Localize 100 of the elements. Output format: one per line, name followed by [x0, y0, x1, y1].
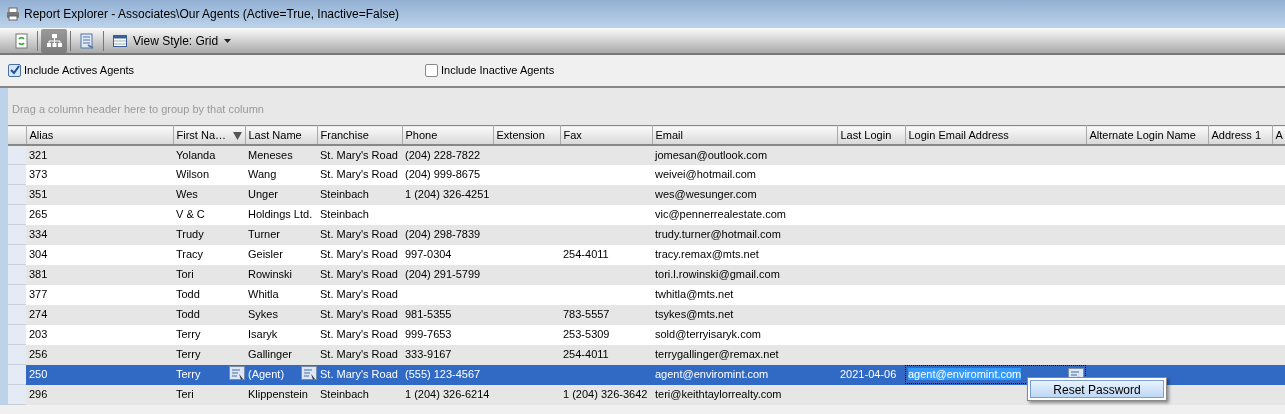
table-row[interactable]: 274 Todd Sykes St. Mary's Road 981-5355 783-5557 tsykes@mts.net	[8, 304, 1285, 325]
table-cell: (204) 228-7822	[405, 148, 481, 161]
row-header[interactable]	[8, 284, 26, 305]
row-header[interactable]	[8, 184, 26, 205]
table-cell: (204) 999-8675	[405, 168, 481, 181]
table-cell: Wes	[176, 188, 198, 201]
table-cell: terrygallinger@remax.net	[655, 348, 779, 361]
column-header[interactable]: Alias	[26, 125, 173, 145]
table-cell: 254-4011	[563, 348, 609, 361]
menu-item[interactable]: Reset Password	[1030, 379, 1164, 398]
table-cell: Terry	[176, 328, 201, 341]
column-header[interactable]: Login Email Address	[905, 125, 1086, 145]
grid-icon	[113, 34, 127, 47]
table-row[interactable]: 377 Todd Whitla St. Mary's Road twhitla@mts.net	[8, 284, 1285, 305]
table-cell: weivei@hotmail.com	[655, 168, 757, 181]
table-row[interactable]: 334 Trudy Turner St. Mary's Road (204) 298-7839 trudy.turner@hotmail.com	[8, 224, 1285, 245]
row-header[interactable]	[8, 204, 26, 225]
table-row[interactable]: 203 Terry Isaryk St. Mary's Road 999-7653 253-5309 sold@terryisaryk.com	[8, 324, 1285, 345]
column-header[interactable]: Last Name	[245, 125, 317, 145]
table-cell: 351	[29, 188, 48, 201]
hierarchy-icon	[45, 32, 63, 49]
table-cell: 381	[29, 268, 48, 281]
caret-icon	[224, 38, 232, 43]
table-cell: Turner	[248, 228, 280, 241]
table-cell: St. Mary's Road	[320, 228, 398, 241]
table-cell: jomesan@outlook.com	[655, 148, 768, 161]
table-cell: St. Mary's Road	[320, 168, 398, 181]
table-cell: 981-5355	[405, 308, 452, 321]
row-header[interactable]	[8, 144, 26, 165]
row-header[interactable]	[8, 324, 26, 345]
table-cell: 334	[29, 228, 48, 241]
table-cell: (204) 298-7839	[405, 228, 481, 241]
table-cell: (555) 123-4567	[405, 368, 481, 381]
edit-button-icon[interactable]	[229, 366, 245, 381]
table-cell: 783-5557	[563, 308, 610, 321]
column-header[interactable]: First Na…	[173, 125, 245, 145]
view-style-dropdown[interactable]: View Style: Grid	[107, 31, 238, 50]
row-header[interactable]	[8, 364, 26, 385]
refresh-icon	[12, 32, 30, 49]
table-cell: 999-7653	[405, 328, 452, 341]
table-cell: vic@pennerrealestate.com	[655, 208, 786, 221]
row-header[interactable]	[8, 164, 26, 185]
table-cell: agent@enviromint.com	[655, 368, 769, 381]
toolbar-button[interactable]	[41, 28, 67, 53]
table-cell: Wilson	[176, 168, 209, 181]
column-header[interactable]: Address 1	[1208, 125, 1272, 145]
table-cell: St. Mary's Road	[320, 148, 398, 161]
table-cell: (204) 291-5799	[405, 268, 481, 281]
table-row[interactable]: 256 Terry Gallinger St. Mary's Road 333-9167 254-4011 terrygallinger@remax.net	[8, 344, 1285, 365]
table-cell: St. Mary's Road	[320, 288, 398, 301]
table-cell: Rowinski	[248, 268, 292, 281]
table-cell: Terry	[176, 348, 201, 361]
table-cell: 1 (204) 326-4251	[405, 188, 490, 201]
column-header[interactable]: Phone	[402, 125, 493, 145]
table-cell: V & C	[176, 208, 205, 221]
table-cell: twhitla@mts.net	[655, 288, 734, 301]
table-cell: 254-4011	[563, 248, 609, 261]
checkbox[interactable]: Include Inactive Agents	[425, 62, 555, 79]
row-header[interactable]	[8, 304, 26, 325]
row-header[interactable]	[8, 264, 26, 285]
column-header[interactable]: Fax	[560, 125, 652, 145]
column-header-label: First Na…	[176, 128, 226, 141]
row-header[interactable]	[8, 344, 26, 365]
column-header[interactable]: Alternate Login Name	[1086, 125, 1208, 145]
table-cell: 321	[29, 148, 48, 161]
table-row[interactable]: 373 Wilson Wang St. Mary's Road (204) 999-8675 weivei@hotmail.com	[8, 164, 1285, 185]
table-cell: Steinbach	[320, 208, 369, 221]
table-cell: 250	[29, 368, 48, 381]
column-header[interactable]: Last Login	[837, 125, 905, 145]
table-row[interactable]: 381 Tori Rowinski St. Mary's Road (204) 291-5799 tori.l.rowinski@gmail.com	[8, 264, 1285, 285]
table-cell: Isaryk	[248, 328, 278, 341]
table-cell: St. Mary's Road	[320, 368, 398, 381]
table-cell: 377	[29, 288, 48, 301]
row-header[interactable]	[8, 244, 26, 265]
table-cell: Wang	[248, 168, 277, 181]
table-cell: 253-5309	[563, 328, 610, 341]
row-header[interactable]	[8, 224, 26, 245]
table-cell: tracy.remax@mts.net	[655, 248, 759, 261]
table-row[interactable]: 351 Wes Unger Steinbach 1 (204) 326-4251 wes@wesunger.com	[8, 184, 1285, 205]
table-row[interactable]: 321 Yolanda Meneses St. Mary's Road (204) 228-7822 jomesan@outlook.com	[8, 144, 1285, 165]
table-cell: Todd	[176, 308, 200, 321]
printer-icon	[6, 7, 20, 21]
column-header[interactable]: Email	[652, 125, 837, 145]
edit-button-icon[interactable]	[301, 366, 317, 381]
checkbox[interactable]: Include Actives Agents	[8, 62, 425, 79]
table-cell: St. Mary's Road	[320, 308, 398, 321]
column-header[interactable]: Extension	[493, 125, 560, 145]
table-cell: St. Mary's Road	[320, 248, 398, 261]
row-header[interactable]	[8, 384, 26, 405]
table-cell: (Agent)	[248, 368, 285, 381]
table-cell: Tracy	[176, 248, 204, 261]
table-cell: 997-0304	[405, 248, 452, 261]
table-cell: 265	[29, 208, 48, 221]
document-icon	[78, 32, 96, 49]
column-header[interactable]: Franchise	[317, 125, 402, 145]
table-cell: Geisler	[248, 248, 283, 261]
table-row[interactable]: 304 Tracy Geisler St. Mary's Road 997-0304 254-4011 tracy.remax@mts.net	[8, 244, 1285, 265]
table-cell: Meneses	[248, 148, 293, 161]
table-row[interactable]: 265 V & C Holdings Ltd. Steinbach vic@pennerrealestate.com	[8, 204, 1285, 225]
checkbox-label: Include Inactive Agents	[441, 63, 555, 79]
